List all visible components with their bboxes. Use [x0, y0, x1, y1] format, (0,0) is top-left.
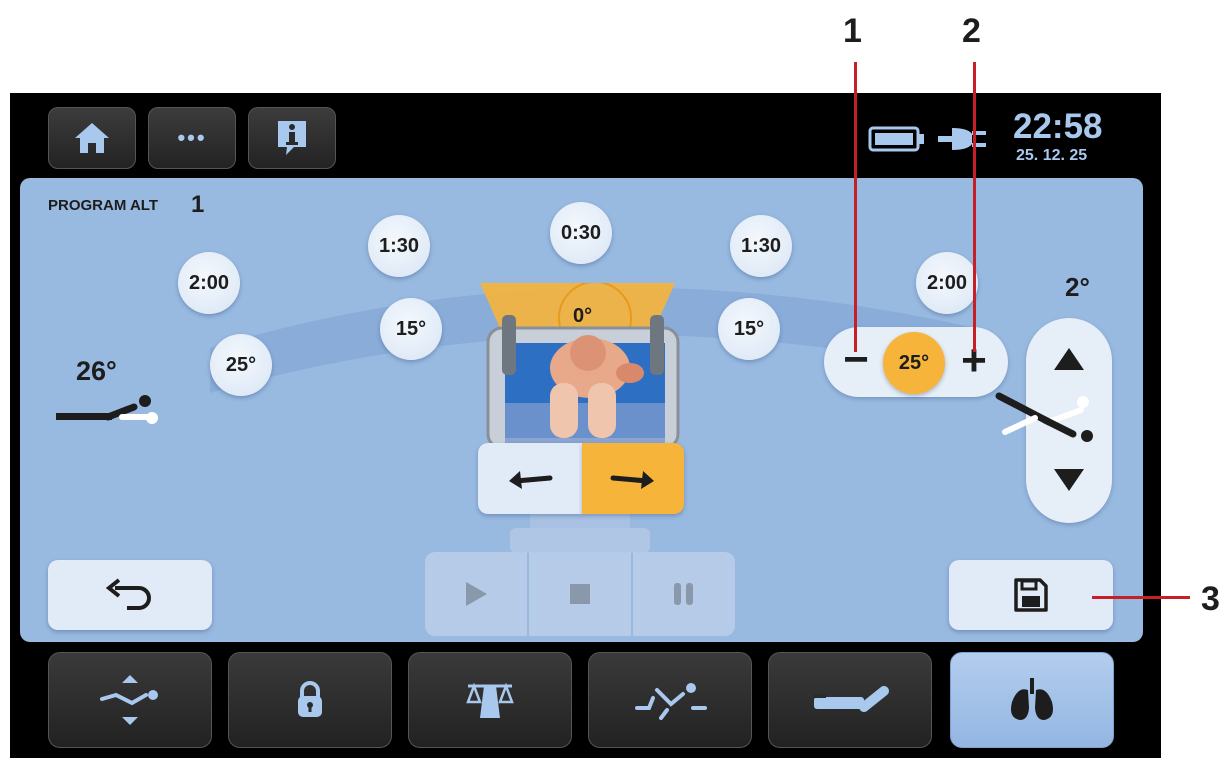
callout-line-3: [1092, 596, 1190, 599]
save-icon: [1014, 578, 1048, 612]
pause-button[interactable]: [633, 552, 735, 636]
nav-lungs[interactable]: [950, 652, 1114, 748]
nav-positions[interactable]: [48, 652, 212, 748]
nav-lock[interactable]: [228, 652, 392, 748]
nav-bed-flat[interactable]: [768, 652, 932, 748]
tilt-down-button[interactable]: [1052, 467, 1086, 493]
back-button[interactable]: [48, 560, 212, 630]
direction-right-button[interactable]: [582, 443, 684, 514]
left-tilt-label: 26°: [76, 356, 117, 386]
positions-icon: [100, 675, 158, 725]
arrow-left-icon: [509, 470, 553, 489]
right-tilt-label: 2°: [1065, 272, 1090, 302]
pause-icon: [674, 583, 693, 605]
angle-value: 25°: [883, 332, 945, 394]
angle-circle-left-outer[interactable]: 25°: [210, 334, 272, 396]
callout-2: 2: [962, 12, 981, 50]
more-button[interactable]: •••: [148, 107, 236, 169]
more-icon: •••: [177, 125, 207, 150]
patient-tilt-left-icon: [56, 395, 158, 424]
angle-circle-right-inner[interactable]: 15°: [718, 298, 780, 360]
home-button[interactable]: [48, 107, 136, 169]
callout-1: 1: [843, 12, 862, 50]
battery-icon: [868, 126, 924, 152]
callout-line-2: [973, 62, 976, 352]
lungs-icon: [1011, 678, 1053, 720]
callout-3: 3: [1201, 580, 1220, 618]
callout-line-1: [854, 62, 857, 352]
plug-icon: [938, 128, 986, 150]
patient-tilt-right-icon: [995, 392, 1093, 442]
info-button[interactable]: [248, 107, 336, 169]
angle-circle-left-inner[interactable]: 15°: [380, 298, 442, 360]
play-button[interactable]: [425, 552, 527, 636]
time-circle-left-outer[interactable]: 2:00: [178, 252, 240, 314]
stop-icon: [570, 584, 590, 604]
program-title: PROGRAM ALT: [48, 197, 158, 214]
time-circle-right-inner[interactable]: 1:30: [730, 215, 792, 277]
direction-left-button[interactable]: [478, 443, 582, 514]
scale-icon: [466, 682, 514, 718]
exercise-icon: [635, 683, 707, 720]
bed-flat-icon: [814, 686, 889, 712]
angle-center-label: 0°: [573, 305, 593, 327]
program-number: 1: [191, 191, 205, 218]
stop-button[interactable]: [529, 552, 631, 636]
info-icon: [278, 121, 306, 155]
lock-icon: [298, 681, 322, 717]
clock-date: 25. 12. 25: [1016, 147, 1088, 164]
time-circle-left-inner[interactable]: 1:30: [368, 215, 430, 277]
time-circle-center[interactable]: 0:30: [550, 202, 612, 264]
home-icon: [75, 123, 109, 153]
nav-scale[interactable]: [408, 652, 572, 748]
save-button[interactable]: [949, 560, 1113, 630]
nav-exercise[interactable]: [588, 652, 752, 748]
play-icon: [466, 582, 487, 606]
arrow-right-icon: [610, 470, 654, 489]
undo-icon: [105, 578, 151, 610]
tilt-up-button[interactable]: [1052, 346, 1086, 372]
clock-time: 22:58: [1013, 107, 1103, 146]
time-circle-right-outer[interactable]: 2:00: [916, 252, 978, 314]
